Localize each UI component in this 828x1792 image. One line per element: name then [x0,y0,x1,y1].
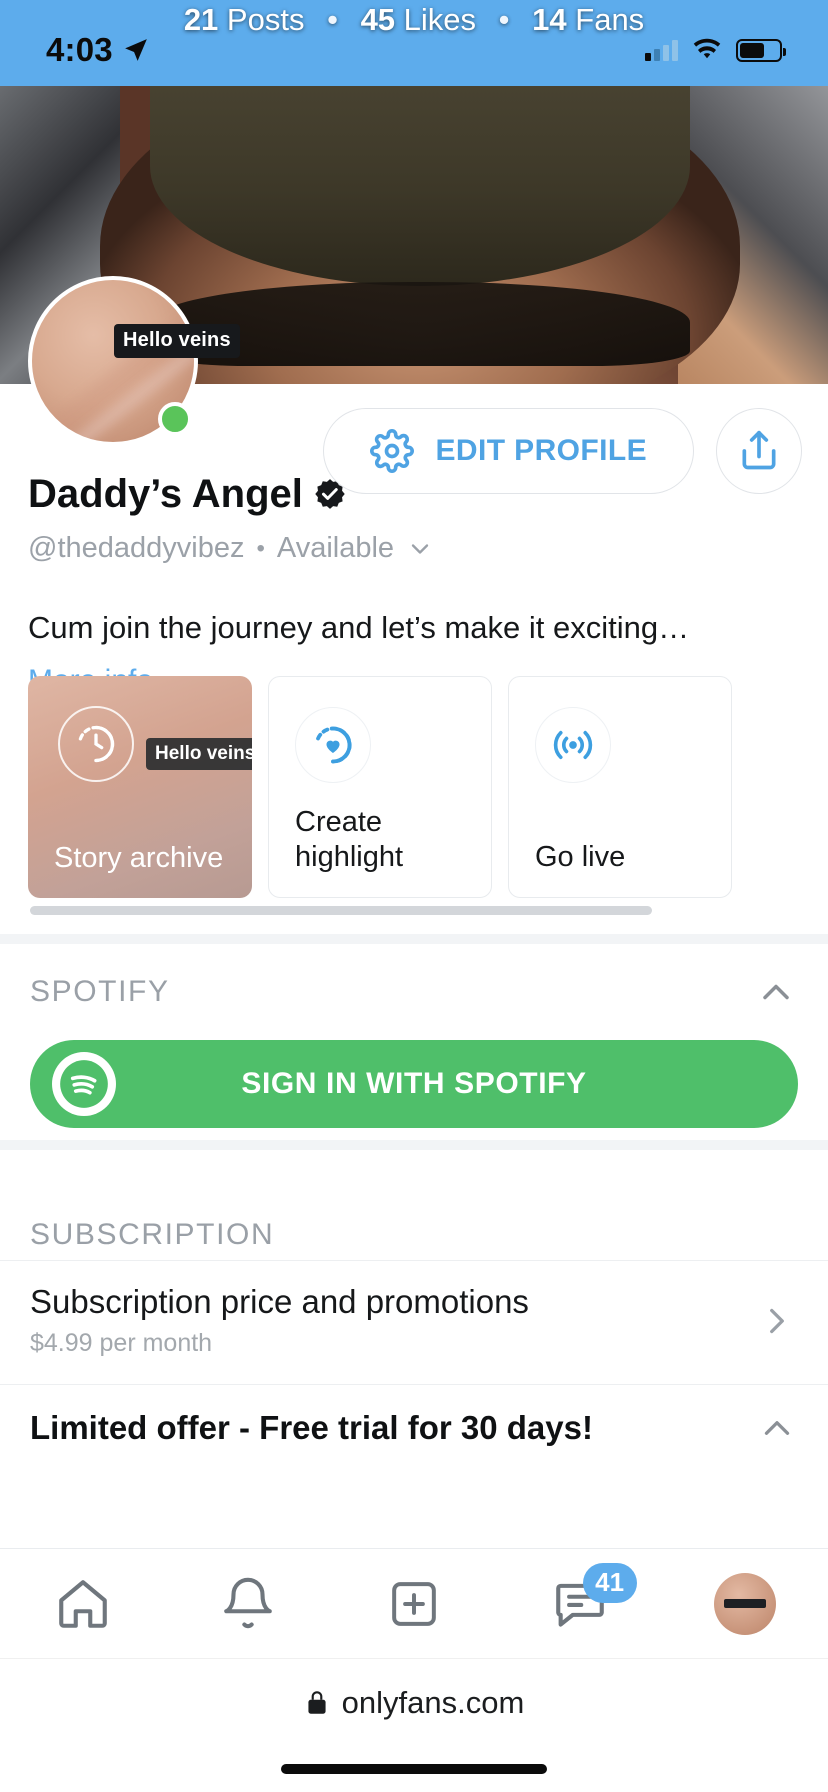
spotify-logo-icon [52,1052,116,1116]
share-profile-button[interactable] [716,408,802,494]
highlight-cards-carousel[interactable]: Hello veins Story archive Create highlig… [28,676,828,898]
create-highlight-label: Create highlight [295,806,404,874]
chevron-right-icon[interactable] [756,1300,798,1342]
limited-offer-row[interactable]: Limited offer - Free trial for 30 days! [0,1384,828,1475]
nav-profile[interactable] [690,1549,800,1659]
nav-home[interactable] [28,1549,138,1659]
display-name-text: Daddy’s Angel [28,472,303,516]
likes-label: Likes [403,2,477,37]
avatar[interactable]: Hello veins [28,276,240,446]
nav-notifications[interactable] [193,1549,303,1659]
subscription-price-title: Subscription price and promotions [30,1283,529,1320]
likes-count: 45 [360,2,396,37]
stats-separator-2: • [498,2,510,37]
create-highlight-card[interactable]: Create highlight [268,676,492,898]
home-indicator [281,1764,547,1774]
profile-actions: EDIT PROFILE [322,408,802,494]
edit-profile-label: EDIT PROFILE [435,434,647,467]
cellular-signal-icon [645,39,678,61]
messages-unread-badge: 41 [582,1562,637,1603]
chevron-down-icon[interactable] [406,535,434,563]
posts-count: 21 [183,2,219,37]
bell-icon [219,1575,277,1633]
avatar-icon [714,1572,777,1635]
subscription-price-row[interactable]: Subscription price and promotions $4.99 … [0,1260,828,1384]
fans-count: 14 [532,2,567,37]
story-archive-label: Story archive [54,842,224,875]
avatar-story-tag: Hello veins [114,324,240,358]
online-status-dot [158,402,192,436]
stats-separator-1: • [327,2,338,37]
spotify-section-header[interactable]: SPOTIFY [0,944,828,1040]
section-divider-1 [0,934,828,944]
go-live-label: Go live [535,841,626,874]
profile-bio: Cum join the journey and let’s make it e… [28,610,690,645]
story-archive-tag: Hello veins [146,738,252,770]
limited-offer-title: Limited offer - Free trial for 30 days! [30,1409,593,1446]
story-archive-clock-icon [58,706,134,782]
subscription-price-text: Subscription price and promotions $4.99 … [30,1283,529,1358]
subscription-section-title: SUBSCRIPTION [30,1218,275,1251]
edit-profile-button[interactable]: EDIT PROFILE [322,408,694,494]
url-text: onlyfans.com [341,1684,525,1720]
profile-handle-row: @thedaddyvibez • Available [28,532,808,565]
location-arrow-icon [123,37,149,63]
battery-icon [736,38,786,62]
bottom-navigation-bar: 41 [0,1548,828,1658]
chevron-up-icon[interactable] [756,1407,798,1449]
subscription-price-subtitle: $4.99 per month [30,1329,213,1357]
wifi-icon [692,38,722,62]
availability-status[interactable]: Available [277,532,394,565]
nav-messages[interactable]: 41 [525,1549,637,1659]
section-divider-2 [0,1140,828,1150]
status-bar-right [645,38,786,62]
subscription-section-header: SUBSCRIPTION [0,1150,828,1260]
onlyfans-profile-screen: 4:03 21 Posts • 45 Likes • 14 Fans Hello… [0,0,828,1792]
sign-in-with-spotify-button[interactable]: SIGN IN WITH SPOTIFY [30,1040,798,1128]
go-live-card[interactable]: Go live [508,676,732,898]
go-live-broadcast-icon [535,707,611,783]
fans-label: Fans [575,2,645,37]
profile-identity: Daddy’s Angel @thedaddyvibez • Available… [28,470,808,698]
plus-square-icon [386,1576,442,1632]
chevron-up-icon[interactable] [754,970,798,1014]
story-archive-card[interactable]: Hello veins Story archive [28,676,252,898]
profile-stats: 21 Posts • 45 Likes • 14 Fans [0,2,828,38]
posts-label: Posts [226,2,305,37]
spotify-button-label: SIGN IN WITH SPOTIFY [241,1067,587,1100]
share-icon [737,429,781,473]
spotify-section-title: SPOTIFY [30,975,170,1008]
gear-icon [369,429,414,473]
lock-icon [304,1688,330,1718]
handle-separator: • [256,534,265,562]
browser-url-bar[interactable]: onlyfans.com [0,1658,828,1746]
home-icon [54,1575,112,1633]
create-highlight-heart-icon [295,707,371,783]
spotify-section: SPOTIFY SIGN IN WITH SPOTIFY [0,944,828,1128]
subscription-section: SUBSCRIPTION Subscription price and prom… [0,1150,828,1475]
profile-handle: @thedaddyvibez [28,532,245,564]
nav-new-post[interactable] [359,1549,469,1659]
highlight-cards-scrollbar[interactable] [30,906,652,915]
